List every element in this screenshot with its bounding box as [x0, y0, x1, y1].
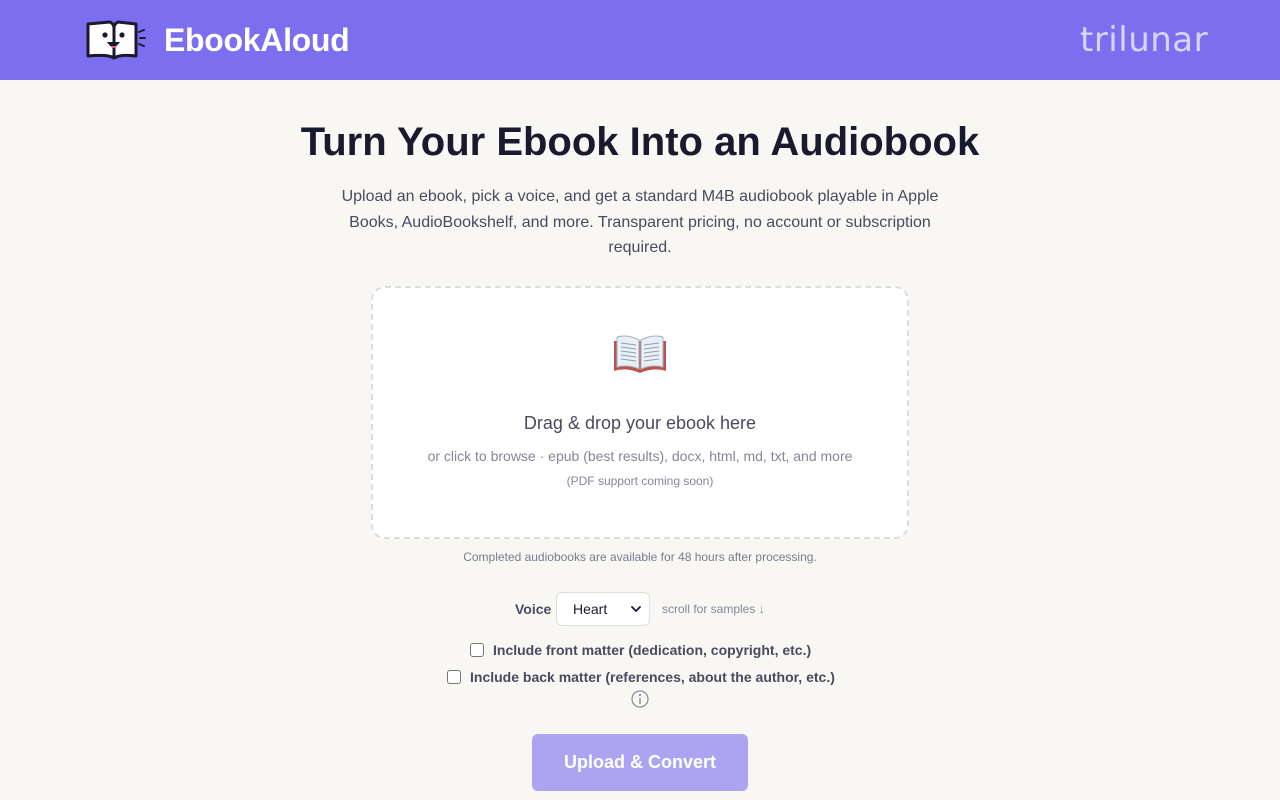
back-matter-checkbox[interactable] — [447, 670, 461, 684]
dropzone-hint: or click to browse · epub (best results)… — [427, 448, 853, 464]
retention-note: Completed audiobooks are available for 4… — [463, 550, 817, 564]
app-title[interactable]: EbookAloud — [164, 22, 350, 59]
book-mascot-icon[interactable] — [84, 18, 146, 62]
page-title: Turn Your Ebook Into an Audiobook — [300, 120, 980, 164]
chevron-down-icon — [631, 606, 641, 612]
dropzone-title: Drag & drop your ebook here — [523, 413, 757, 433]
page-subtitle: Upload an ebook, pick a voice, and get a… — [341, 188, 939, 256]
front-matter-option[interactable]: Include front matter (dedication, copyri… — [470, 641, 811, 659]
ebook-dropzone[interactable]: Drag & drop your ebook here or click to … — [371, 286, 909, 539]
back-matter-option[interactable]: Include back matter (references, about t… — [447, 668, 835, 686]
open-book-icon — [373, 331, 907, 380]
voice-row: Voice Heart scroll for samples ↓ — [0, 592, 1280, 626]
back-matter-label[interactable]: Include back matter (references, about t… — [470, 669, 835, 685]
front-matter-label[interactable]: Include front matter (dedication, copyri… — [493, 642, 811, 658]
brand-logo[interactable]: trilunar — [1080, 20, 1208, 60]
info-icon[interactable] — [631, 690, 649, 708]
voice-selected-value: Heart — [573, 601, 608, 617]
upload-convert-button[interactable]: Upload & Convert — [532, 734, 748, 791]
site-header: EbookAloud trilunar — [0, 0, 1280, 80]
voice-label: Voice — [515, 601, 552, 617]
voice-samples-hint[interactable]: scroll for samples ↓ — [662, 602, 765, 616]
voice-select[interactable]: Heart — [556, 592, 650, 626]
dropzone-pdf-note: (PDF support coming soon) — [566, 474, 714, 488]
front-matter-checkbox[interactable] — [470, 643, 484, 657]
